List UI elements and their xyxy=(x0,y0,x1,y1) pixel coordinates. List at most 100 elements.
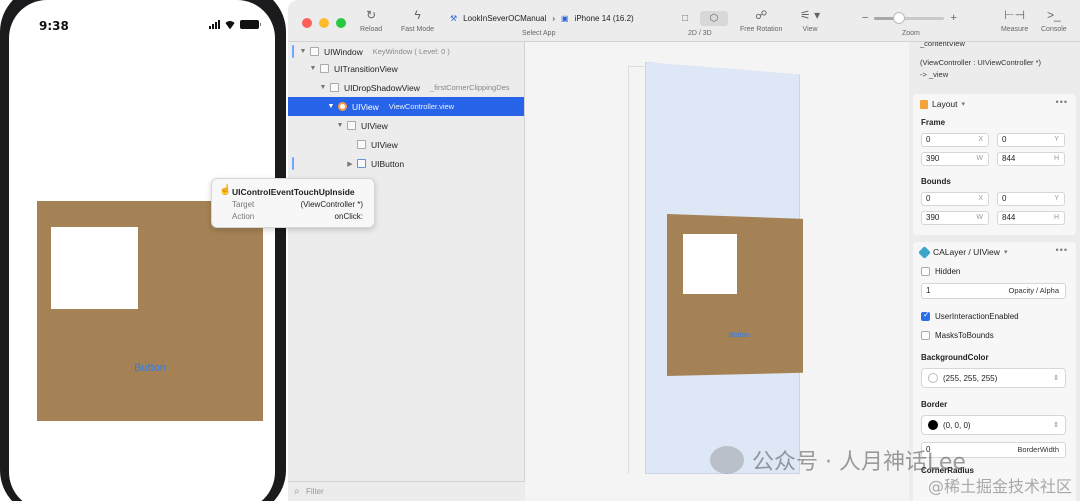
disclosure-open-icon[interactable]: ▼ xyxy=(308,65,318,72)
close-window-button[interactable] xyxy=(302,18,312,28)
disclosure-open-icon[interactable]: ▼ xyxy=(318,84,328,91)
battery-icon xyxy=(240,20,261,29)
attributes-inspector: _contentView (ViewController : UIViewCon… xyxy=(909,42,1080,501)
reload-button[interactable]: ↻ Reload xyxy=(360,8,382,33)
tree-row-uidropshadowview[interactable]: ▼ UIDropShadowView _firstCornerClippingD… xyxy=(288,78,524,97)
brown-container-view: Button xyxy=(37,201,263,421)
terminal-icon: >_ xyxy=(1047,8,1061,22)
background-color-picker[interactable]: (255, 255, 255) ⇕ xyxy=(921,368,1066,388)
tree-row-name: UIView xyxy=(361,120,388,131)
disclosure-open-icon[interactable]: ▼ xyxy=(326,103,336,110)
border-color-picker[interactable]: (0, 0, 0) ⇕ xyxy=(921,415,1066,435)
lookin-window: ↻ Reload ϟ Fast Mode ⚒ LookInSeverOCManu… xyxy=(288,0,1080,501)
masks-to-bounds-checkbox[interactable]: MasksToBounds xyxy=(921,331,994,340)
watermark-secondary: @稀土掘金技术社区 xyxy=(927,477,1072,496)
zoom-window-button[interactable] xyxy=(336,18,346,28)
frame-label: Frame xyxy=(921,118,946,127)
bounds-width-field[interactable]: 390 W xyxy=(921,211,989,225)
disclosure-open-icon[interactable]: ▼ xyxy=(298,48,308,55)
calayer-panel-header[interactable]: CALayer / UIView ▾ xyxy=(918,245,1008,259)
tree-row-name: UIDropShadowView xyxy=(344,82,420,93)
window-layer-edge xyxy=(628,66,646,474)
tree-row-uiview[interactable]: ▼ UIView xyxy=(288,116,524,135)
frame-x-field[interactable]: 0X xyxy=(921,133,989,147)
preview-canvas[interactable]: Button xyxy=(525,42,909,501)
device-icon: ▣ xyxy=(561,14,569,23)
button-3d[interactable]: Button xyxy=(729,332,749,339)
disclosure-open-icon[interactable]: ▼ xyxy=(335,122,345,129)
stepper-icon: ⇕ xyxy=(1053,375,1059,382)
ivar-trace: _contentView (ViewController : UIViewCon… xyxy=(920,42,1042,79)
tree-row-uiview-child[interactable]: UIView xyxy=(288,135,524,154)
mode-label: 2D / 3D xyxy=(688,30,712,37)
frame-y-field[interactable]: 0Y xyxy=(997,133,1065,147)
checkbox-on xyxy=(921,310,930,321)
brown-view-3d[interactable]: Button xyxy=(667,214,803,376)
tree-marker xyxy=(292,45,294,58)
tree-row-name: UIView xyxy=(371,139,398,150)
sim-button[interactable]: Button xyxy=(37,362,263,374)
opacity-field[interactable]: 1 Opacity / Alpha xyxy=(921,283,1066,299)
simulator-screen: 9:38 Button xyxy=(9,0,275,501)
white-view-3d[interactable] xyxy=(683,234,737,294)
view-icon xyxy=(310,47,319,56)
action-value: onClick: xyxy=(334,212,363,221)
minimize-window-button[interactable] xyxy=(319,18,329,28)
disclosure-closed-icon[interactable]: ▶ xyxy=(345,160,355,168)
bounds-label: Bounds xyxy=(921,177,951,186)
status-icons xyxy=(209,20,261,29)
cellular-signal-icon xyxy=(209,20,220,29)
hidden-checkbox[interactable]: Hidden xyxy=(921,267,960,276)
console-button[interactable]: >_ Console xyxy=(1041,8,1067,33)
bounds-x-field[interactable]: 0X xyxy=(921,192,989,206)
tree-marker xyxy=(292,157,294,170)
view-options-icon: ⚟ ▾ xyxy=(800,8,821,22)
view-icon xyxy=(357,140,366,149)
zoom-slider[interactable] xyxy=(874,11,945,24)
wechat-icon xyxy=(710,446,744,474)
mode-2d-button[interactable]: □ xyxy=(671,11,699,26)
view-menu-button[interactable]: ⚟ ▾ View xyxy=(800,8,820,33)
checkbox-off xyxy=(921,267,930,276)
layout-panel-header[interactable]: Layout ▾ xyxy=(920,99,965,109)
frame-width-field[interactable]: 390 W xyxy=(921,152,989,166)
mode-3d-button[interactable]: ⬡ xyxy=(700,11,728,26)
layers-icon xyxy=(918,245,931,259)
tree-row-uitransitionview[interactable]: ▼ UITransitionView xyxy=(288,59,524,78)
dimension-toggle: □ ⬡ xyxy=(671,11,728,26)
more-options-icon[interactable]: ••• xyxy=(1056,97,1068,107)
device-name: iPhone 14 (16.2) xyxy=(574,14,634,23)
user-interaction-checkbox[interactable]: UserInteractionEnabled xyxy=(921,310,1019,321)
more-options-icon[interactable]: ••• xyxy=(1056,245,1068,255)
filter-input[interactable]: Filter xyxy=(288,481,525,501)
free-rotation-button[interactable]: ☍ Free Rotation xyxy=(740,8,782,33)
layout-icon xyxy=(920,99,928,109)
toolbar: ↻ Reload ϟ Fast Mode ⚒ LookInSeverOCManu… xyxy=(288,0,1080,42)
black-swatch xyxy=(928,420,938,430)
hammer-icon: ⚒ xyxy=(450,14,458,23)
zoom-in-button[interactable]: + xyxy=(950,12,956,24)
chevron-down-icon: ▾ xyxy=(1003,249,1008,256)
bounds-y-field[interactable]: 0Y xyxy=(997,192,1065,206)
zoom-label: Zoom xyxy=(902,30,920,37)
event-name: UIControlEventTouchUpInside xyxy=(232,187,355,197)
hand-pointer-icon: ☝ xyxy=(219,185,232,196)
chevron-down-icon: ▾ xyxy=(961,101,966,108)
tree-row-name: UITransitionView xyxy=(334,63,398,74)
chevron-right-icon: › xyxy=(552,14,555,23)
layout-panel: Layout ▾ ••• Frame 0X 0Y 390 W 844 H Bound… xyxy=(913,94,1076,235)
bounds-height-field[interactable]: 844 H xyxy=(997,211,1065,225)
button-view-icon xyxy=(357,159,366,168)
reload-icon: ↻ xyxy=(366,8,377,22)
border-label: Border xyxy=(921,400,948,409)
tree-row-name: UIWindow xyxy=(324,46,363,57)
background-color-label: BackgroundColor xyxy=(921,353,989,362)
zoom-out-button[interactable]: − xyxy=(862,12,868,24)
app-selector[interactable]: ⚒ LookInSeverOCManual › ▣ iPhone 14 (16.… xyxy=(450,14,634,23)
measure-button[interactable]: ⊢⊣ Measure xyxy=(1001,8,1028,33)
tree-row-uiview-selected[interactable]: ▼ UIView ViewController.view xyxy=(288,97,524,116)
tree-row-uibutton[interactable]: ▶ UIButton xyxy=(288,154,524,173)
fast-mode-button[interactable]: ϟ Fast Mode xyxy=(401,8,434,33)
zoom-slider-knob[interactable] xyxy=(892,11,905,24)
frame-height-field[interactable]: 844 H xyxy=(997,152,1065,166)
